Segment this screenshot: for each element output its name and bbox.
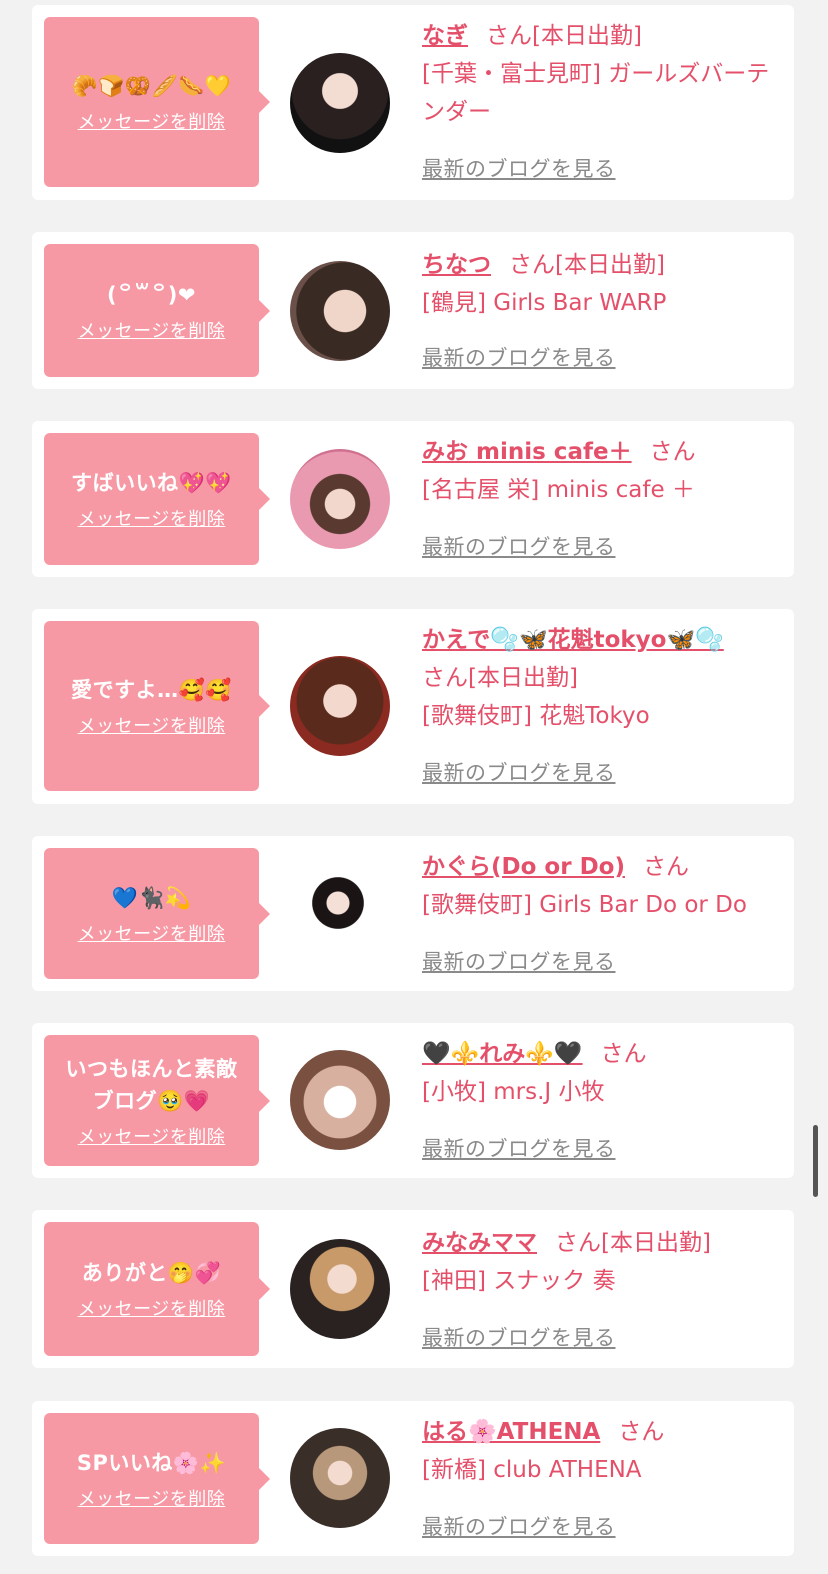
profile-info: なぎ さん[本日出勤] [千葉・富士見町] ガールズバーテンダー: [422, 17, 787, 131]
status-text: [本日出勤]: [555, 252, 665, 278]
message-card: (꒪꒳꒪)❤ メッセージを削除 ちなつ さん[本日出勤] [鶴見] Girls B…: [32, 232, 794, 389]
blog-link[interactable]: 最新のブログを見る: [422, 1322, 616, 1352]
profile-info: はる🌸ATHENA さん [新橋] club ATHENA: [422, 1413, 787, 1489]
profile-name-link[interactable]: みお minis cafe＋: [422, 439, 632, 465]
avatar[interactable]: [290, 1050, 390, 1150]
message-card: いつもほんと素敵ブログ🥹💗 メッセージを削除 🖤⚜️れみ⚜️🖤 さん [小牧] m…: [32, 1023, 794, 1178]
message-bubble: 🥐🍞🥨🥖🌭💛 メッセージを削除: [44, 17, 270, 187]
profile-name-link[interactable]: みなみママ: [422, 1230, 537, 1256]
message-card: 愛ですよ…🥰🥰 メッセージを削除 かえで🫧🦋花魁tokyo🦋🫧 さん[本日出勤]…: [32, 609, 794, 804]
status-text: [本日出勤]: [601, 1230, 711, 1256]
message-bubble: (꒪꒳꒪)❤ メッセージを削除: [44, 244, 270, 377]
honorific: さん: [486, 23, 532, 49]
profile-name-link[interactable]: 🖤⚜️れみ⚜️🖤: [422, 1041, 583, 1067]
message-bubble: ありがと🤭💞 メッセージを削除: [44, 1222, 270, 1356]
message-bubble: すばいいね💖💖 メッセージを削除: [44, 433, 270, 565]
message-card: SPいいね🌸✨ メッセージを削除 はる🌸ATHENA さん [新橋] club A…: [32, 1401, 794, 1556]
profile-info: かえで🫧🦋花魁tokyo🦋🫧 さん[本日出勤] [歌舞伎町] 花魁Tokyo: [422, 621, 787, 735]
message-card: 💙🐈‍⬛💫 メッセージを削除 かぐら(Do or Do) さん [歌舞伎町] Gi…: [32, 836, 794, 991]
blog-link[interactable]: 最新のブログを見る: [422, 153, 616, 183]
message-text: (꒪꒳꒪)❤: [106, 282, 196, 307]
honorific: さん: [600, 1041, 647, 1067]
shop-text: [千葉・富士見町] ガールズバーテンダー: [422, 61, 770, 125]
status-text: [本日出勤]: [532, 23, 642, 49]
shop-text: [鶴見] Girls Bar WARP: [422, 290, 667, 316]
avatar[interactable]: [290, 863, 390, 963]
avatar[interactable]: [290, 656, 390, 756]
avatar[interactable]: [290, 449, 390, 549]
message-card: 🥐🍞🥨🥖🌭💛 メッセージを削除 なぎ さん[本日出勤] [千葉・富士見町] ガール…: [32, 5, 794, 200]
message-bubble: いつもほんと素敵ブログ🥹💗 メッセージを削除: [44, 1035, 270, 1166]
honorific: さん: [422, 665, 468, 691]
profile-info: かぐら(Do or Do) さん [歌舞伎町] Girls Bar Do or D…: [422, 848, 787, 924]
blog-link[interactable]: 最新のブログを見る: [422, 946, 616, 976]
avatar[interactable]: [290, 1239, 390, 1339]
shop-text: [小牧] mrs.J 小牧: [422, 1079, 605, 1105]
blog-link[interactable]: 最新のブログを見る: [422, 1511, 616, 1541]
profile-info: みお minis cafe＋ さん [名古屋 栄] minis cafe ＋: [422, 433, 787, 509]
shop-text: [歌舞伎町] 花魁Tokyo: [422, 703, 650, 729]
honorific: さん: [618, 1419, 665, 1445]
status-text: [本日出勤]: [468, 665, 578, 691]
scrollbar[interactable]: [813, 1125, 818, 1197]
message-card: すばいいね💖💖 メッセージを削除 みお minis cafe＋ さん [名古屋 栄…: [32, 421, 794, 577]
delete-message-link[interactable]: メッセージを削除: [78, 920, 226, 946]
message-bubble: 愛ですよ…🥰🥰 メッセージを削除: [44, 621, 270, 791]
avatar[interactable]: [290, 261, 390, 361]
delete-message-link[interactable]: メッセージを削除: [78, 505, 226, 531]
profile-info: みなみママ さん[本日出勤] [神田] スナック 奏: [422, 1224, 787, 1300]
message-card: ありがと🤭💞 メッセージを削除 みなみママ さん[本日出勤] [神田] スナック …: [32, 1210, 794, 1368]
shop-text: [新橋] club ATHENA: [422, 1457, 642, 1483]
message-text: 🥐🍞🥨🥖🌭💛: [71, 74, 232, 98]
profile-name-link[interactable]: かえで🫧🦋花魁tokyo🦋🫧: [422, 627, 724, 653]
delete-message-link[interactable]: メッセージを削除: [78, 1295, 226, 1321]
message-text: ありがと🤭💞: [81, 1261, 222, 1285]
shop-text: [名古屋 栄] minis cafe ＋: [422, 477, 695, 503]
blog-link[interactable]: 最新のブログを見る: [422, 531, 616, 561]
blog-link[interactable]: 最新のブログを見る: [422, 342, 616, 372]
message-text: すばいいね💖💖: [71, 471, 232, 495]
honorific: さん: [649, 439, 696, 465]
message-text: いつもほんと素敵ブログ🥹💗: [65, 1056, 238, 1113]
profile-info: ちなつ さん[本日出勤] [鶴見] Girls Bar WARP: [422, 246, 787, 322]
message-text: 💙🐈‍⬛💫: [111, 885, 192, 910]
profile-name-link[interactable]: はる🌸ATHENA: [422, 1419, 600, 1445]
shop-text: [神田] スナック 奏: [422, 1268, 616, 1294]
shop-text: [歌舞伎町] Girls Bar Do or Do: [422, 892, 747, 918]
honorific: さん: [509, 252, 555, 278]
delete-message-link[interactable]: メッセージを削除: [78, 712, 226, 738]
honorific: さん: [642, 854, 689, 880]
avatar[interactable]: [290, 53, 390, 153]
profile-name-link[interactable]: ちなつ: [422, 252, 491, 278]
profile-info: 🖤⚜️れみ⚜️🖤 さん [小牧] mrs.J 小牧: [422, 1035, 787, 1111]
message-bubble: 💙🐈‍⬛💫 メッセージを削除: [44, 848, 270, 979]
delete-message-link[interactable]: メッセージを削除: [78, 1123, 226, 1149]
delete-message-link[interactable]: メッセージを削除: [78, 108, 226, 134]
message-text: 愛ですよ…🥰🥰: [71, 678, 232, 702]
message-bubble: SPいいね🌸✨ メッセージを削除: [44, 1413, 270, 1544]
message-text: SPいいね🌸✨: [76, 1450, 227, 1475]
blog-link[interactable]: 最新のブログを見る: [422, 1133, 616, 1163]
delete-message-link[interactable]: メッセージを削除: [78, 1485, 226, 1511]
profile-name-link[interactable]: なぎ: [422, 23, 468, 49]
profile-name-link[interactable]: かぐら(Do or Do): [422, 854, 625, 880]
avatar[interactable]: [290, 1428, 390, 1528]
honorific: さん: [555, 1230, 601, 1256]
blog-link[interactable]: 最新のブログを見る: [422, 757, 616, 787]
delete-message-link[interactable]: メッセージを削除: [78, 317, 226, 343]
